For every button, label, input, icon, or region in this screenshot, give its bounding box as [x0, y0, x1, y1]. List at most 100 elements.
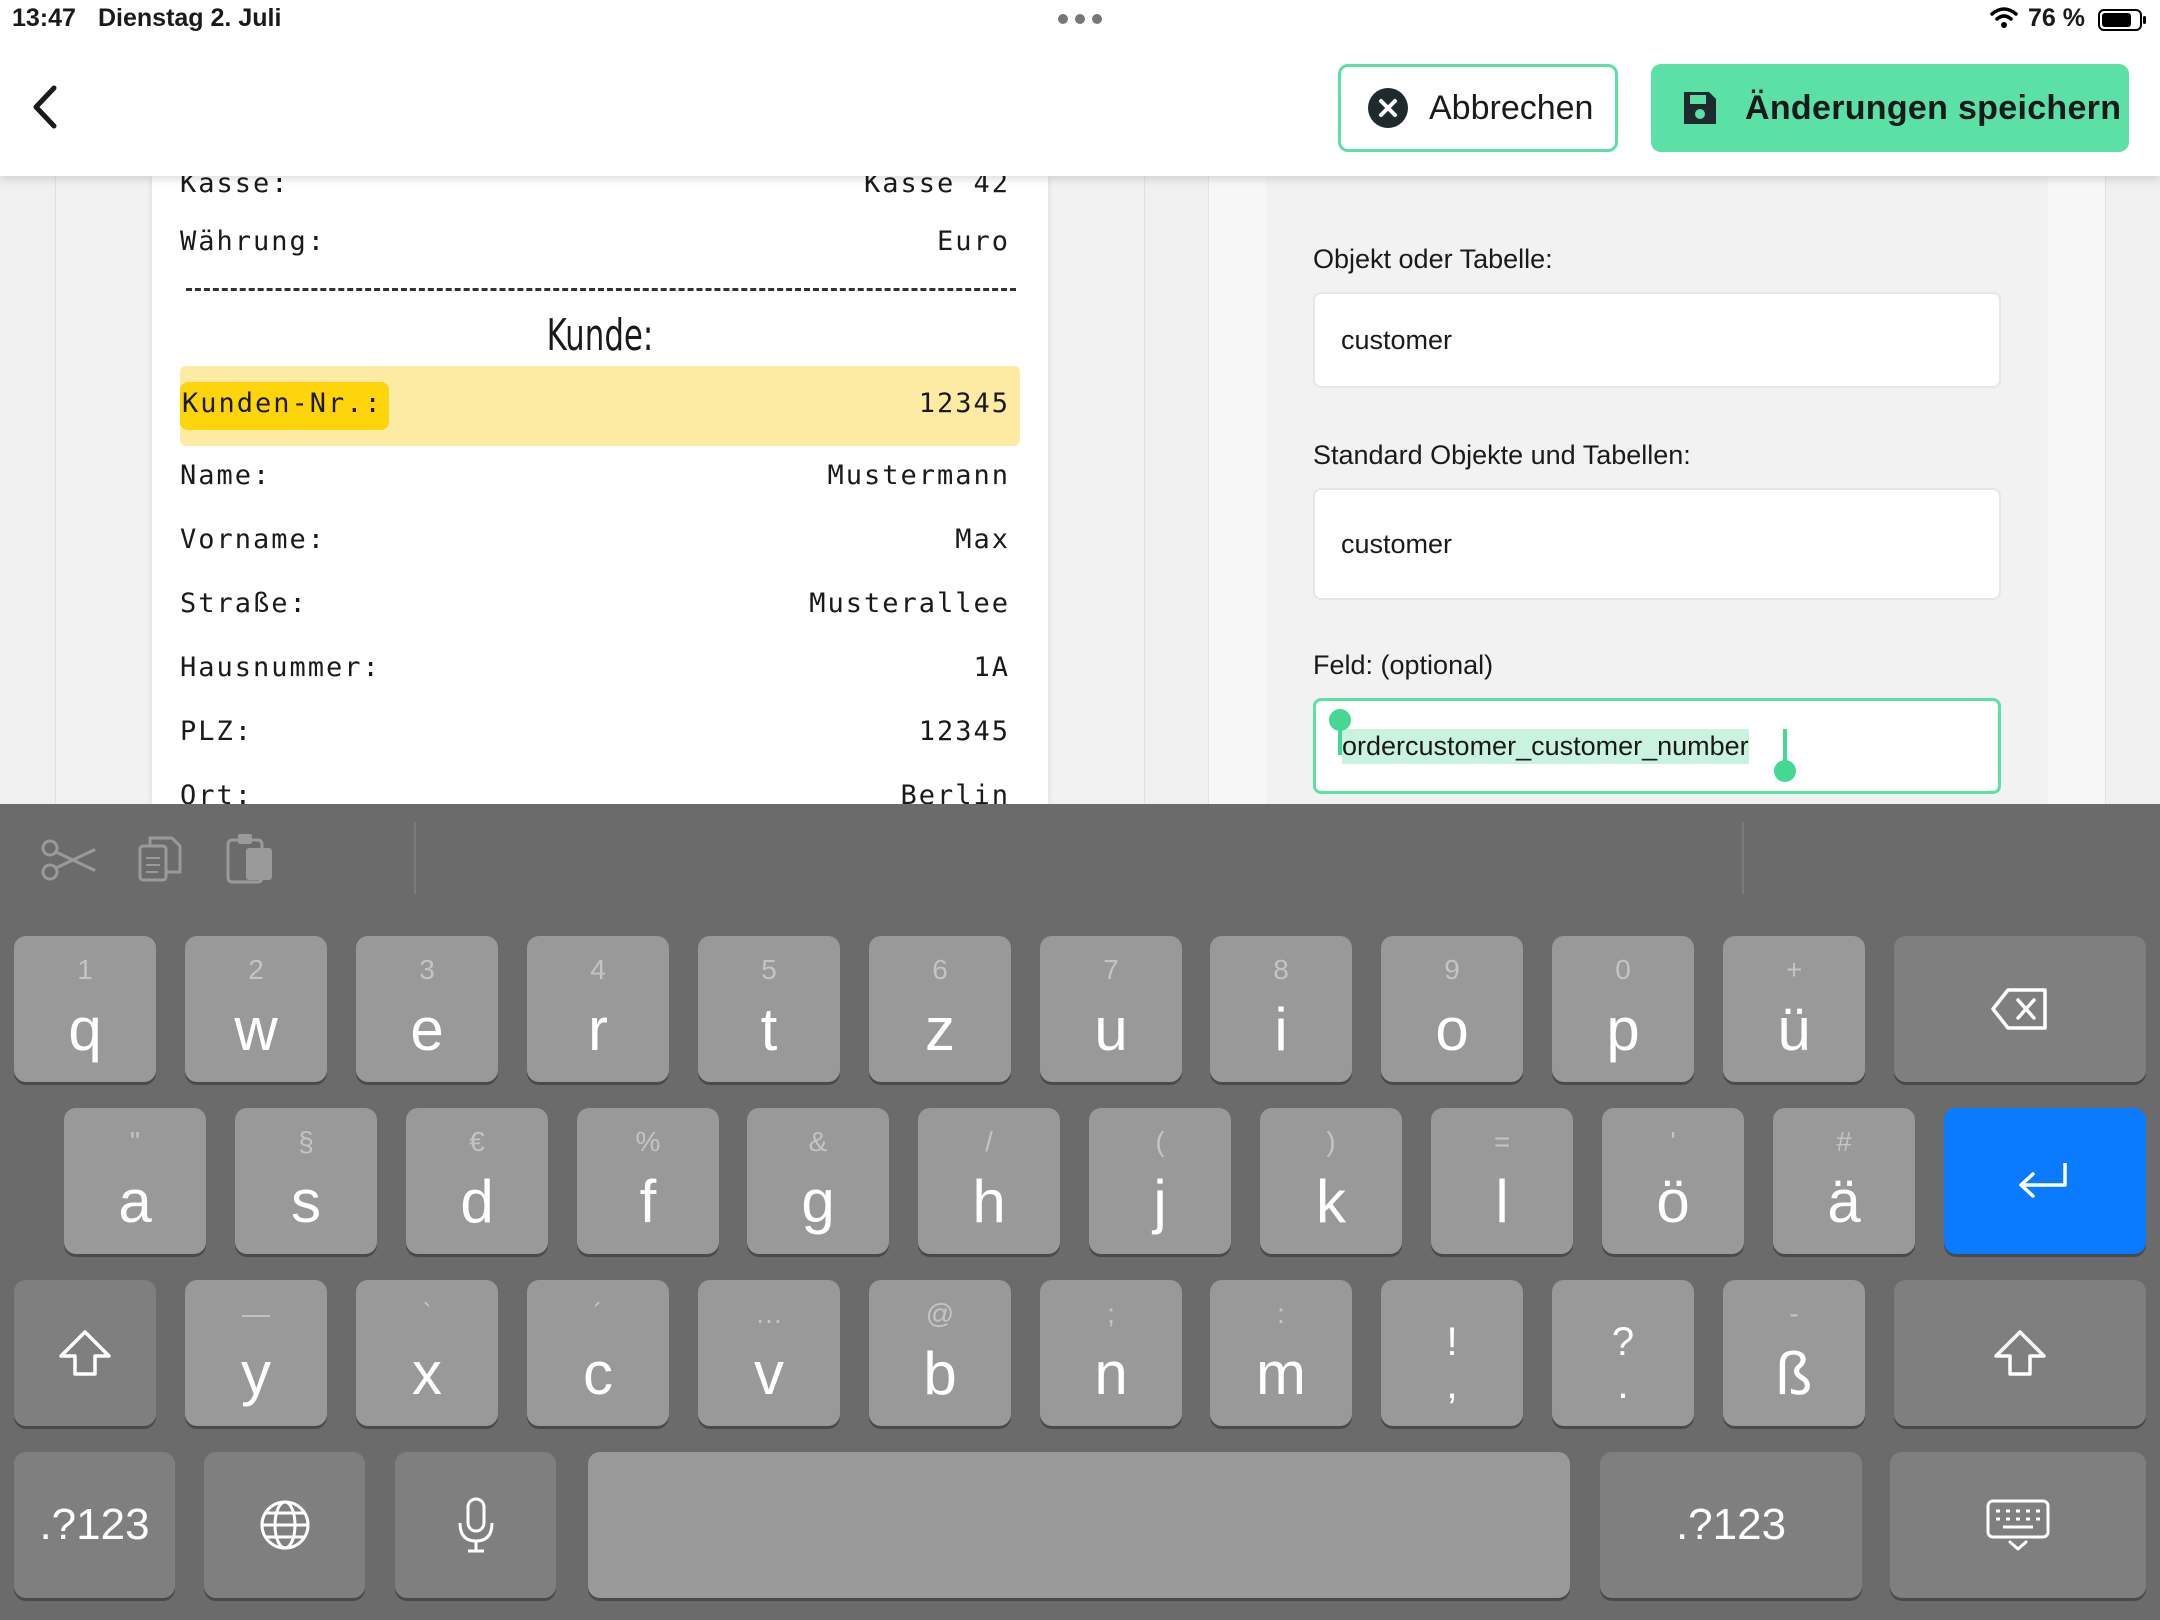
key-w[interactable]: 2w: [185, 936, 327, 1082]
key-label: q: [68, 996, 102, 1063]
return-key[interactable]: [1944, 1108, 2146, 1254]
key-oe[interactable]: ' ö: [1602, 1108, 1744, 1254]
toolbar-divider: [414, 822, 416, 894]
receipt-row-label: Ort:: [180, 780, 254, 804]
key-hint: 1: [77, 954, 93, 985]
key-label: ü: [1777, 996, 1811, 1063]
key-v[interactable]: … v: [698, 1280, 840, 1426]
key-c[interactable]: ´ c: [527, 1280, 669, 1426]
field-input[interactable]: ordercustomer_customer_number: [1313, 698, 2001, 794]
field-label: Feld: (optional): [1313, 650, 1494, 680]
onscreen-keyboard: 1q 2w 3e 4r 5t 6z 7u 8i 9o 0p + ü " a § s €…: [0, 804, 2160, 1620]
receipt-row-value: 1A: [973, 652, 1010, 683]
key-eszett[interactable]: -ß: [1723, 1280, 1865, 1426]
key-hint: =: [1493, 1126, 1511, 1157]
globe-key[interactable]: [204, 1452, 365, 1598]
status-time: 13:47: [12, 4, 76, 32]
cut-scissors-icon[interactable]: [40, 832, 96, 888]
status-date: Dienstag 2. Juli: [98, 4, 282, 32]
save-changes-button[interactable]: Änderungen speichern: [1651, 64, 2129, 152]
selection-end-handle[interactable]: [1774, 760, 1796, 782]
key-hint: 4: [590, 954, 606, 985]
standard-objects-select[interactable]: customer: [1313, 488, 2001, 600]
key-label: o: [1435, 996, 1469, 1063]
key-h[interactable]: / h: [918, 1108, 1060, 1254]
key-label: v: [754, 1340, 784, 1407]
receipt-row-label: Kunden-Nr.:: [182, 388, 383, 419]
key-q[interactable]: 1q: [14, 936, 156, 1082]
key-x[interactable]: ` x: [356, 1280, 498, 1426]
key-n[interactable]: ; n: [1040, 1280, 1182, 1426]
key-label: y: [241, 1340, 271, 1407]
key-hint: !: [1446, 1320, 1458, 1364]
standard-objects-label: Standard Objekte und Tabellen:: [1313, 440, 1691, 470]
key-period[interactable]: ?.: [1552, 1280, 1694, 1426]
key-o[interactable]: 9o: [1381, 936, 1523, 1082]
key-t[interactable]: 5t: [698, 936, 840, 1082]
key-i[interactable]: 8i: [1210, 936, 1352, 1082]
numbers-key-left[interactable]: .?123: [14, 1452, 175, 1598]
receipt-row-highlighted[interactable]: Kunden-Nr.: 12345: [180, 388, 1010, 419]
receipt-preview[interactable]: Kasse: Kasse 42 Währung: Euro Kunde: Kun…: [152, 176, 1048, 804]
key-p[interactable]: 0p: [1552, 936, 1694, 1082]
key-y[interactable]: — y: [185, 1280, 327, 1426]
key-hint: 8: [1273, 954, 1289, 985]
hide-keyboard-key[interactable]: [1890, 1452, 2146, 1598]
key-hint: #: [1836, 1126, 1852, 1157]
cancel-button[interactable]: Abbrechen: [1338, 64, 1618, 152]
key-b[interactable]: @ b: [869, 1280, 1011, 1426]
key-comma[interactable]: !,: [1381, 1280, 1523, 1426]
receipt-row-label: Hausnummer:: [180, 652, 381, 683]
receipt-row-value: 12345: [918, 716, 1010, 747]
key-k[interactable]: ) k: [1260, 1108, 1402, 1254]
receipt-row: Straße: Musterallee: [180, 588, 1010, 619]
shift-key-right[interactable]: [1894, 1280, 2146, 1426]
backspace-key[interactable]: [1894, 936, 2146, 1082]
object-table-input[interactable]: customer: [1313, 292, 2001, 388]
receipt-row-label: Währung:: [180, 226, 327, 257]
key-label: z: [925, 996, 955, 1063]
key-m[interactable]: :m: [1210, 1280, 1352, 1426]
key-r[interactable]: 4r: [527, 936, 669, 1082]
key-hint: /: [985, 1126, 993, 1157]
field-input-selected-text[interactable]: ordercustomer_customer_number: [1342, 728, 1749, 764]
receipt-row: Kasse: Kasse 42: [180, 176, 1010, 199]
shift-key-left[interactable]: [14, 1280, 156, 1426]
receipt-divider: [186, 288, 1016, 291]
key-g[interactable]: & g: [747, 1108, 889, 1254]
key-hint: 5: [761, 954, 777, 985]
space-bar[interactable]: [588, 1452, 1570, 1598]
key-s[interactable]: § s: [235, 1108, 377, 1254]
key-label: b: [923, 1340, 957, 1407]
save-button-label: Änderungen speichern: [1745, 88, 2122, 127]
dictation-key[interactable]: [395, 1452, 556, 1598]
key-u[interactable]: 7u: [1040, 936, 1182, 1082]
numbers-key-right[interactable]: .?123: [1600, 1452, 1862, 1598]
receipt-row: Währung: Euro: [180, 226, 1010, 257]
key-d[interactable]: € d: [406, 1108, 548, 1254]
key-f[interactable]: % f: [577, 1108, 719, 1254]
status-bar: 13:47 Dienstag 2. Juli 76 %: [0, 0, 2160, 40]
key-a[interactable]: " a: [64, 1108, 206, 1254]
key-j[interactable]: (j: [1089, 1108, 1231, 1254]
key-l[interactable]: = l: [1431, 1108, 1573, 1254]
key-hint: ?: [1611, 1320, 1635, 1364]
key-ue[interactable]: + ü: [1723, 936, 1865, 1082]
copy-icon[interactable]: [132, 832, 188, 888]
receipt-row-value: Musterallee: [809, 588, 1010, 619]
key-hint: ": [130, 1126, 140, 1157]
object-table-label: Objekt oder Tabelle:: [1313, 244, 1553, 274]
receipt-row-label: Name:: [180, 460, 272, 491]
key-hint: &: [808, 1126, 828, 1157]
key-ae[interactable]: # ä: [1773, 1108, 1915, 1254]
back-chevron-icon[interactable]: [26, 82, 66, 132]
key-hint: 9: [1444, 954, 1460, 985]
shift-arrow-icon: [59, 1330, 111, 1376]
paste-icon[interactable]: [222, 830, 278, 886]
key-hint: ;: [1107, 1298, 1115, 1329]
key-label: k: [1316, 1168, 1346, 1235]
key-z[interactable]: 6z: [869, 936, 1011, 1082]
key-hint: 2: [248, 954, 264, 985]
key-e[interactable]: 3e: [356, 936, 498, 1082]
multitasking-dots-icon[interactable]: [1058, 14, 1102, 24]
